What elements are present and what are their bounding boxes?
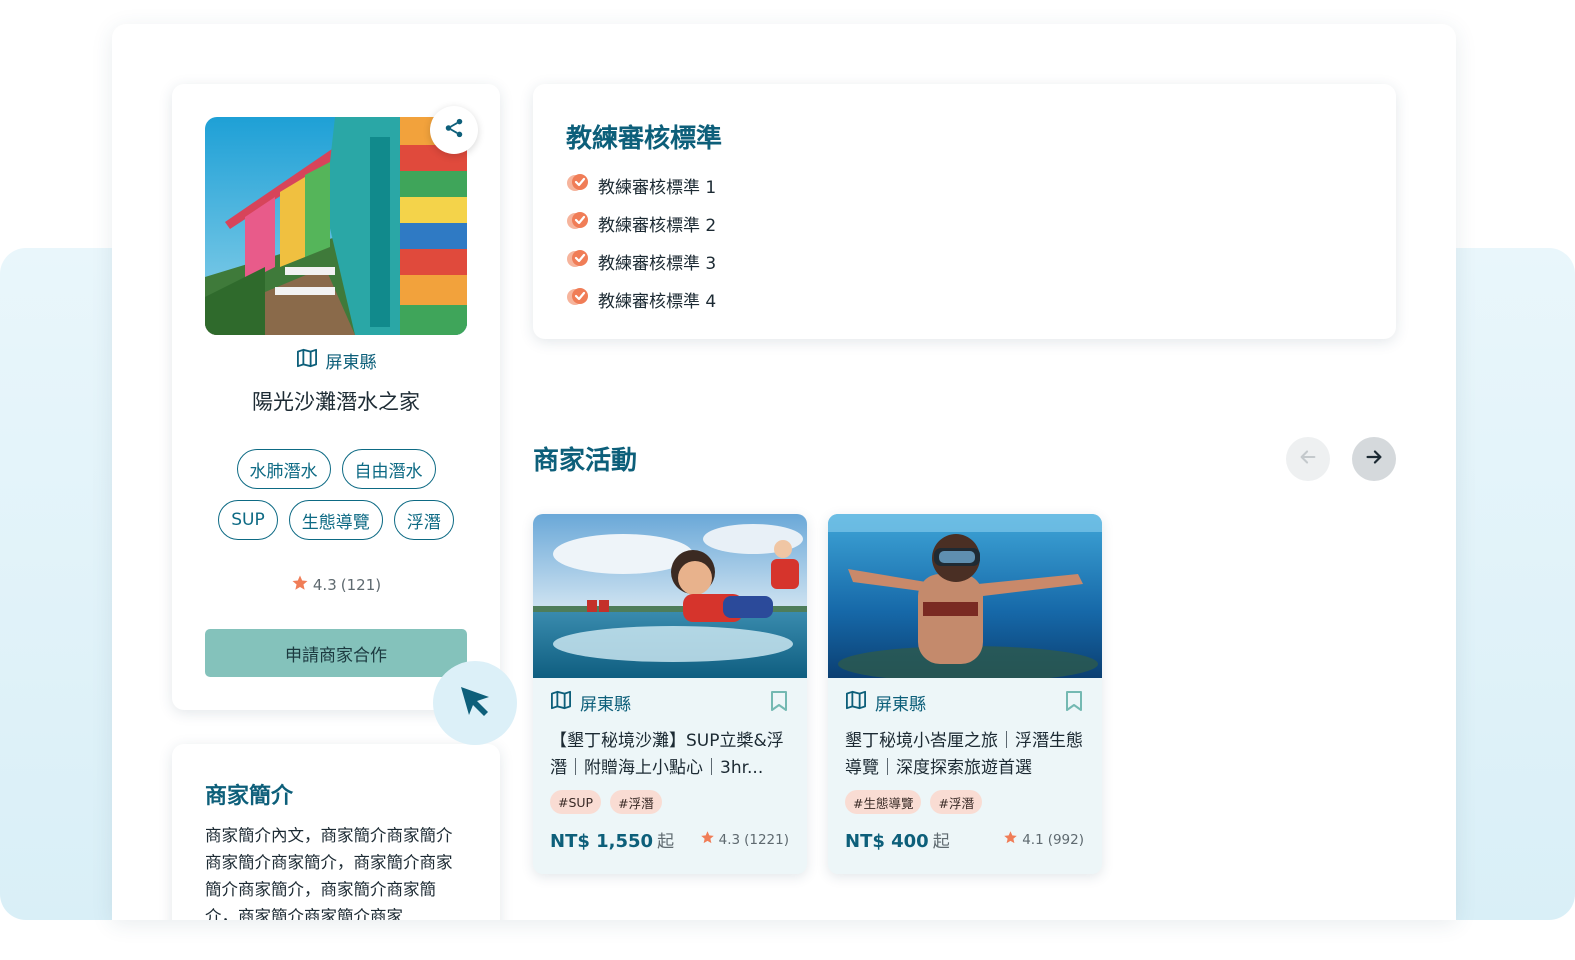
standards-item-label: 教練審核標準 4 — [598, 291, 717, 312]
activity-price: NT$ 400 起 — [845, 827, 950, 852]
standards-item-label: 教練審核標準 3 — [598, 253, 717, 274]
review-count: (121) — [340, 576, 382, 594]
activity-price-value: NT$ 1,550 — [550, 831, 654, 852]
carousel-prev-button[interactable] — [1286, 437, 1330, 481]
apply-partnership-button[interactable]: 申請商家合作 — [205, 629, 467, 677]
map-icon — [550, 690, 572, 715]
activity-tag[interactable]: #浮潛 — [610, 790, 662, 814]
merchant-rating: 4.3 (121) — [172, 574, 500, 596]
activities-title: 商家活動 — [533, 446, 638, 476]
arrow-left-icon — [1297, 446, 1319, 472]
activity-tags: #生態導覽 #浮潛 — [845, 790, 982, 814]
bookmark-icon[interactable] — [770, 690, 788, 716]
cursor-arrow-icon — [455, 681, 495, 725]
activity-price-value: NT$ 400 — [845, 831, 929, 852]
activity-photo — [828, 514, 1102, 678]
standards-item: 教練審核標準 4 — [566, 280, 716, 318]
activity-review-count: (992) — [1047, 831, 1084, 848]
arrow-right-icon — [1363, 446, 1385, 472]
activity-review-count: (1221) — [744, 831, 789, 848]
standards-title: 教練審核標準 — [566, 124, 723, 154]
merchant-tags: 水肺潛水 自由潛水 SUP 生態導覽 浮潛 — [172, 449, 500, 551]
activity-rating-value: 4.1 — [1022, 831, 1044, 848]
activity-price-suffix: 起 — [932, 832, 950, 852]
check-badge-icon — [566, 286, 590, 313]
standards-list: 教練審核標準 1 教練審核標準 2 教練審核標準 3 教練審核標準 4 — [566, 166, 716, 318]
tag-free-diving[interactable]: 自由潛水 — [341, 449, 436, 489]
main-panel: 屏東縣 陽光沙灘潛水之家 水肺潛水 自由潛水 SUP 生態導覽 浮潛 4.3 (… — [112, 24, 1456, 920]
tag-sup[interactable]: SUP — [218, 500, 278, 540]
standards-item-label: 教練審核標準 2 — [598, 215, 717, 236]
star-icon — [700, 830, 715, 849]
check-badge-icon — [566, 248, 590, 275]
standards-item: 教練審核標準 2 — [566, 204, 716, 242]
activity-location-label: 屏東縣 — [875, 695, 926, 715]
cursor-indicator — [433, 661, 517, 745]
carousel-next-button[interactable] — [1352, 437, 1396, 481]
activity-location: 屏東縣 — [550, 690, 631, 715]
activity-title: 【墾丁秘境沙灘】SUP立槳&浮潛｜附贈海上小點心｜3hr... — [550, 731, 784, 778]
merchant-intro-card: 商家簡介 商家簡介內文，商家簡介商家簡介商家簡介商家簡介，商家簡介商家簡介商家簡… — [172, 744, 500, 920]
activity-rating: 4.1 (992) — [1003, 830, 1084, 849]
activity-card[interactable]: 屏東縣 【墾丁秘境沙灘】SUP立槳&浮潛｜附贈海上小點心｜3hr... #SUP… — [533, 514, 807, 874]
check-badge-icon — [566, 210, 590, 237]
merchant-photo — [205, 117, 467, 335]
activity-photo — [533, 514, 807, 678]
rating-value: 4.3 — [312, 576, 337, 594]
activity-price: NT$ 1,550 起 — [550, 827, 674, 852]
tag-eco-tour[interactable]: 生態導覽 — [288, 500, 383, 540]
activity-price-suffix: 起 — [657, 832, 675, 852]
standards-item: 教練審核標準 1 — [566, 166, 716, 204]
map-icon — [845, 690, 867, 715]
merchant-location: 屏東縣 — [172, 348, 500, 373]
activity-location-label: 屏東縣 — [580, 695, 631, 715]
merchant-name: 陽光沙灘潛水之家 — [252, 390, 420, 414]
merchant-card: 屏東縣 陽光沙灘潛水之家 水肺潛水 自由潛水 SUP 生態導覽 浮潛 4.3 (… — [172, 84, 500, 710]
standards-item-label: 教練審核標準 1 — [598, 177, 717, 198]
map-icon — [296, 348, 318, 373]
activity-location: 屏東縣 — [845, 690, 926, 715]
activity-title: 墾丁秘境小峇厘之旅｜浮潛生態導覽｜深度探索旅遊首選 — [845, 731, 1083, 778]
intro-title: 商家簡介 — [205, 783, 294, 809]
star-icon — [1003, 830, 1018, 849]
coach-standards-card: 教練審核標準 教練審核標準 1 教練審核標準 2 教練審核標準 3 教練審核標準… — [533, 84, 1396, 339]
activity-rating-value: 4.3 — [718, 831, 741, 848]
bookmark-icon[interactable] — [1065, 690, 1083, 716]
activity-tag[interactable]: #生態導覽 — [845, 790, 922, 814]
tag-scuba-diving[interactable]: 水肺潛水 — [236, 449, 331, 489]
merchant-location-label: 屏東縣 — [325, 353, 377, 373]
intro-text: 商家簡介內文，商家簡介商家簡介商家簡介商家簡介，商家簡介商家簡介商家簡介，商家簡… — [205, 826, 453, 920]
star-icon — [291, 574, 309, 596]
share-button[interactable] — [430, 106, 478, 154]
tag-snorkeling[interactable]: 浮潛 — [393, 500, 454, 540]
share-icon — [443, 117, 465, 143]
activity-tag[interactable]: #浮潛 — [930, 790, 982, 814]
activity-tag[interactable]: #SUP — [550, 790, 602, 814]
check-badge-icon — [566, 172, 590, 199]
activity-card[interactable]: 屏東縣 墾丁秘境小峇厘之旅｜浮潛生態導覽｜深度探索旅遊首選 #生態導覽 #浮潛 … — [828, 514, 1102, 874]
standards-item: 教練審核標準 3 — [566, 242, 716, 280]
activity-tags: #SUP #浮潛 — [550, 790, 662, 814]
activity-rating: 4.3 (1221) — [700, 830, 789, 849]
